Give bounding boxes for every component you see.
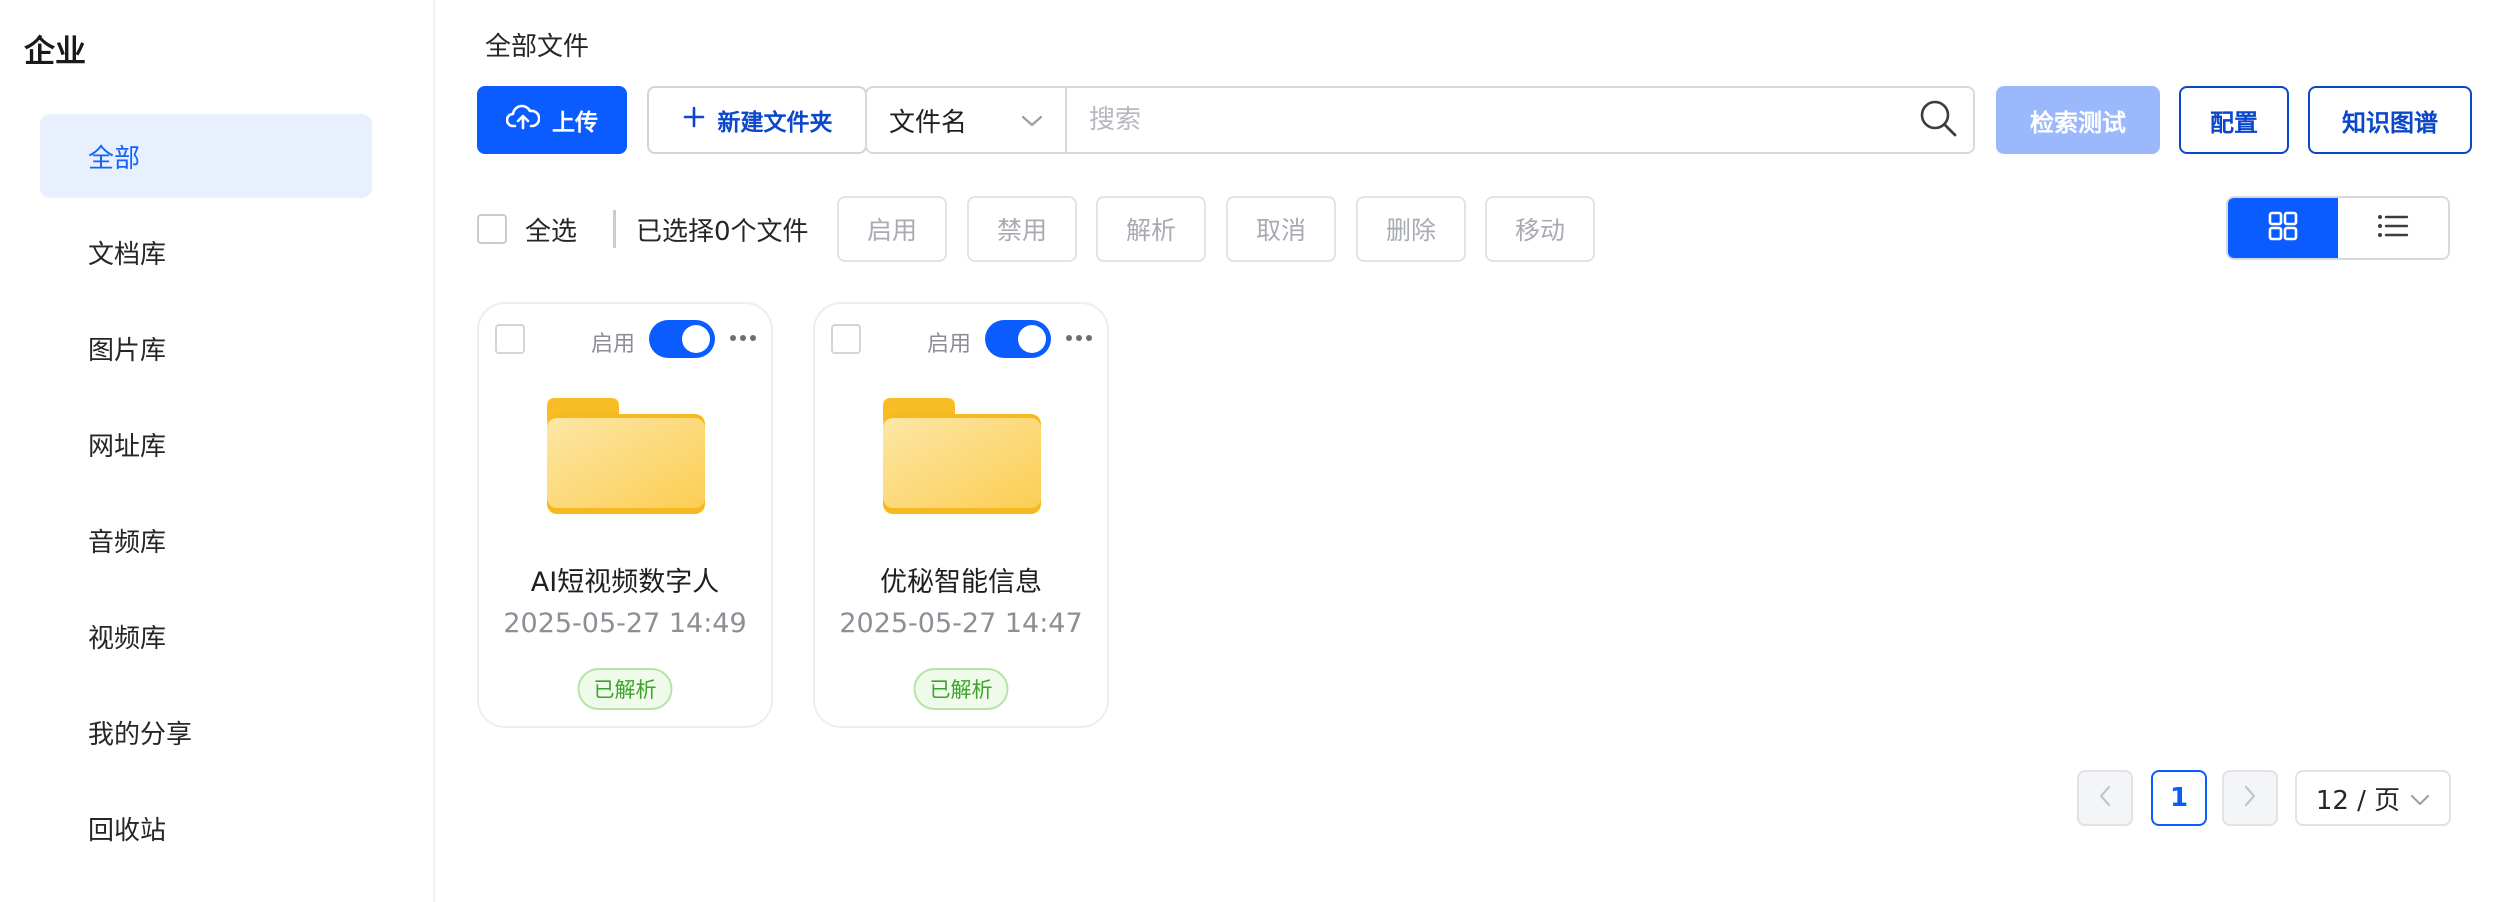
card-checkbox[interactable] (495, 324, 525, 354)
select-all-checkbox[interactable] (477, 214, 507, 244)
main-content: 全部文件 上传 新建文件夹 文件名 检索 (437, 0, 2500, 902)
breadcrumb: 全部文件 (485, 32, 590, 62)
view-toggle (2226, 196, 2450, 260)
card-date: 2025-05-27 14:49 (503, 608, 747, 639)
more-options-icon[interactable] (1061, 322, 1097, 354)
more-options-icon[interactable] (725, 322, 761, 354)
plus-icon (682, 105, 706, 135)
upload-label: 上传 (552, 110, 598, 136)
delete-button[interactable]: 删除 (1356, 196, 1466, 262)
status-badge: 已解析 (913, 668, 1009, 710)
sidebar-item-video[interactable]: 视频库 (40, 594, 372, 678)
next-page-button[interactable] (2222, 770, 2278, 826)
card-checkbox[interactable] (831, 324, 861, 354)
enable-toggle[interactable] (985, 320, 1051, 358)
select-all-label[interactable]: 全选 (525, 211, 577, 248)
page-number-current[interactable]: 1 (2151, 770, 2207, 826)
chevron-down-icon (1021, 105, 1043, 135)
grid-icon (2268, 211, 2298, 245)
sidebar-item-recycle-bin[interactable]: 回收站 (40, 786, 372, 870)
search-input[interactable] (1067, 88, 1903, 152)
search-bar: 文件名 (865, 86, 1975, 154)
new-folder-label: 新建文件夹 (717, 110, 833, 136)
sidebar-item-urls[interactable]: 网址库 (40, 402, 372, 486)
card-name: 优秘智能信息 (880, 567, 1042, 598)
disable-button[interactable]: 禁用 (967, 196, 1077, 262)
cancel-button[interactable]: 取消 (1226, 196, 1336, 262)
parse-button[interactable]: 解析 (1096, 196, 1206, 262)
folder-icon (881, 396, 1043, 520)
retrieval-test-button[interactable]: 检索测试 (1996, 86, 2160, 154)
chevron-right-icon (2243, 784, 2257, 812)
toolbar-divider (613, 210, 617, 248)
sidebar-item-images[interactable]: 图片库 (40, 306, 372, 390)
search-button[interactable] (1903, 88, 1973, 152)
config-button[interactable]: 配置 (2179, 86, 2289, 154)
cloud-upload-icon (505, 104, 541, 136)
chevron-down-icon (2410, 783, 2430, 813)
selected-count: 已选择0个文件 (636, 216, 809, 247)
move-button[interactable]: 移动 (1485, 196, 1595, 262)
card-enable-label: 启用 (927, 332, 972, 357)
folder-icon (545, 396, 707, 520)
sidebar-item-all[interactable]: 全部 (40, 114, 372, 198)
prev-page-button[interactable] (2077, 770, 2133, 826)
sidebar-item-my-shares[interactable]: 我的分享 (40, 690, 372, 774)
folder-card[interactable]: 启用 AI短视频数字人 2025-05-27 14:49 已解析 (477, 302, 773, 728)
enable-button[interactable]: 启用 (837, 196, 947, 262)
search-field-select-value: 文件名 (889, 107, 968, 138)
sidebar-item-audio[interactable]: 音频库 (40, 498, 372, 582)
page-size-value: 12 / 页 (2315, 785, 2401, 816)
card-name: AI短视频数字人 (530, 567, 720, 598)
toggle-knob (682, 325, 710, 353)
folder-card[interactable]: 启用 优秘智能信息 2025-05-27 14:47 已解析 (813, 302, 1109, 728)
card-date: 2025-05-27 14:47 (839, 608, 1083, 639)
enable-toggle[interactable] (649, 320, 715, 358)
sidebar-item-documents[interactable]: 文档库 (40, 210, 372, 294)
page-size-select[interactable]: 12 / 页 (2295, 770, 2451, 826)
toggle-knob (1018, 325, 1046, 353)
upload-button[interactable]: 上传 (477, 86, 627, 154)
selection-toolbar: 全选 已选择0个文件 (477, 196, 809, 262)
sidebar: 企业 全部 文档库 图片库 网址库 音频库 视频库 我的分享 回收站 (0, 0, 435, 902)
list-icon (2377, 213, 2409, 243)
search-field-select[interactable]: 文件名 (867, 88, 1067, 152)
card-enable-label: 启用 (591, 332, 636, 357)
list-view-button[interactable] (2338, 198, 2448, 258)
search-icon (1918, 98, 1958, 142)
sidebar-title: 企业 (24, 34, 86, 70)
chevron-left-icon (2098, 784, 2112, 812)
grid-view-button[interactable] (2228, 198, 2338, 258)
knowledge-graph-button[interactable]: 知识图谱 (2308, 86, 2472, 154)
status-badge: 已解析 (577, 668, 673, 710)
new-folder-button[interactable]: 新建文件夹 (647, 86, 867, 154)
